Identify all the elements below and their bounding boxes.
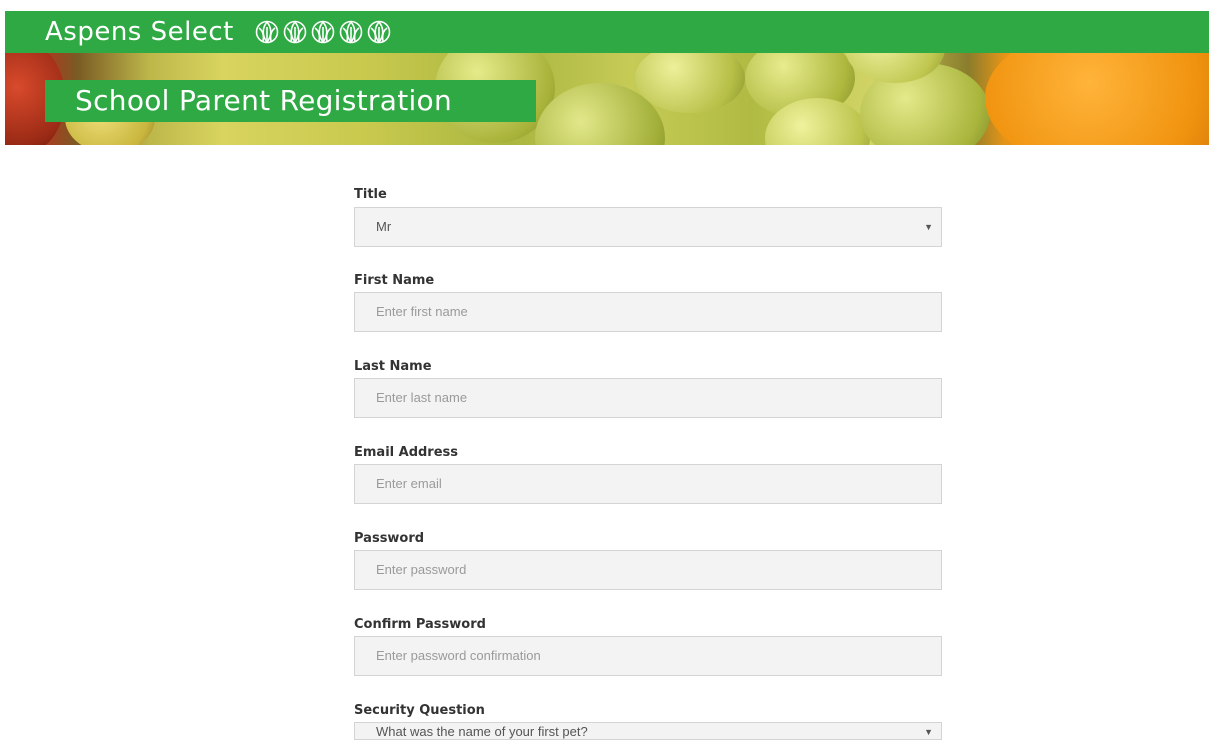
security-question-value: What was the name of your first pet? <box>376 724 588 739</box>
email-input[interactable] <box>376 476 916 491</box>
email-field-box <box>354 464 942 504</box>
first-name-label: First Name <box>354 273 435 288</box>
aspen-leaf-icon <box>311 20 335 44</box>
password-input[interactable] <box>376 562 916 577</box>
caret-down-icon: ▼ <box>924 222 933 232</box>
caret-down-icon: ▼ <box>924 727 933 737</box>
first-name-field-box <box>354 292 942 332</box>
aspen-leaf-icon <box>283 20 307 44</box>
security-question-select[interactable]: What was the name of your first pet? ▼ <box>354 722 942 740</box>
title-select-value: Mr <box>376 219 392 234</box>
password-label: Password <box>354 531 425 546</box>
last-name-field-box <box>354 378 942 418</box>
email-label: Email Address <box>354 445 459 460</box>
last-name-label: Last Name <box>354 359 432 374</box>
aspen-leaf-icon <box>367 20 391 44</box>
title-label: Title <box>354 187 387 202</box>
confirm-password-field-box <box>354 636 942 676</box>
brand-name: Aspens Select <box>45 17 234 47</box>
security-question-label: Security Question <box>354 703 485 718</box>
last-name-input[interactable] <box>376 390 916 405</box>
aspen-leaf-icon <box>339 20 363 44</box>
brand-logo <box>254 19 392 45</box>
page-title: School Parent Registration <box>45 80 536 122</box>
top-header-bar: Aspens Select <box>5 11 1209 53</box>
confirm-password-label: Confirm Password <box>354 617 486 632</box>
aspen-leaf-icon <box>255 20 279 44</box>
first-name-input[interactable] <box>376 304 916 319</box>
password-field-box <box>354 550 942 590</box>
confirm-password-input[interactable] <box>376 648 916 663</box>
title-select[interactable]: Mr ▼ <box>354 207 942 247</box>
